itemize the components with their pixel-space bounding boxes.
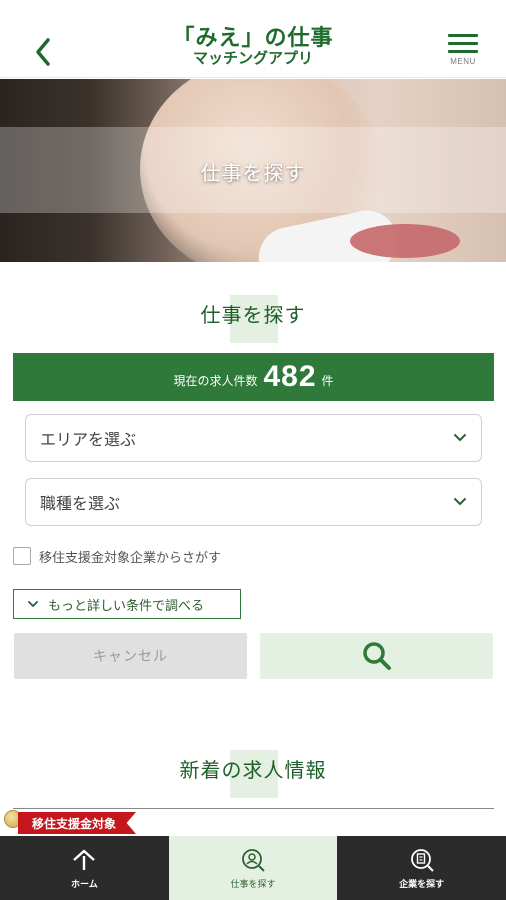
job-count-value: 482 [263, 360, 317, 393]
subsidy-checkbox[interactable] [13, 547, 31, 565]
app-logo: 「みえ」の仕事 マッチングアプリ [0, 26, 506, 66]
more-conditions-label: もっと詳しい条件で調べる [48, 598, 205, 614]
hero-banner: 仕事を探す [0, 79, 506, 262]
nav-home[interactable]: ホーム [0, 836, 169, 900]
job-count-unit: 件 [321, 373, 334, 388]
search-icon [362, 642, 391, 670]
logo-line2: マッチングアプリ [192, 49, 313, 67]
nav-company-search-label: 企業を探す [399, 879, 445, 890]
menu-button[interactable]: MENU [448, 34, 478, 70]
bottom-nav: ホーム 仕事を探す 企業を探す [0, 836, 506, 900]
nav-company-search[interactable]: 企業を探す [337, 836, 506, 900]
search-button[interactable] [260, 633, 493, 679]
area-select[interactable]: エリアを選ぶ [25, 414, 482, 462]
home-icon [73, 849, 96, 870]
app-header: 「みえ」の仕事 マッチングアプリ MENU [0, 0, 506, 78]
search-section-title: 仕事を探す [0, 295, 506, 343]
nav-home-label: ホーム [70, 879, 98, 890]
hamburger-icon [448, 34, 478, 53]
more-conditions-button[interactable]: もっと詳しい条件で調べる [13, 589, 241, 619]
subsidy-filter-row: 移住支援金対象企業からさがす [13, 546, 221, 566]
nav-job-search[interactable]: 仕事を探す [168, 836, 338, 900]
subsidy-checkbox-label[interactable]: 移住支援金対象企業からさがす [39, 547, 221, 566]
subsidy-ribbon: 移住支援金対象 [18, 812, 137, 834]
nav-job-search-label: 仕事を探す [230, 879, 276, 890]
cancel-button[interactable]: キャンセル [14, 633, 247, 679]
job-count-label: 現在の求人件数 [173, 373, 258, 388]
job-type-select-value: 職種を選ぶ [40, 494, 121, 513]
chevron-down-icon [454, 434, 466, 442]
hero-title: 仕事を探す [200, 161, 306, 185]
new-listings-title: 新着の求人情報 [0, 750, 506, 798]
job-type-select[interactable]: 職種を選ぶ [25, 478, 482, 526]
cancel-label: キャンセル [93, 649, 168, 665]
job-search-icon [242, 848, 265, 872]
chevron-down-icon [454, 498, 466, 506]
area-select-value: エリアを選ぶ [40, 430, 137, 449]
company-search-icon [410, 848, 434, 872]
chevron-down-icon [28, 601, 38, 608]
job-count-banner: 現在の求人件数 482 件 [13, 353, 494, 401]
menu-label: MENU [450, 57, 476, 66]
